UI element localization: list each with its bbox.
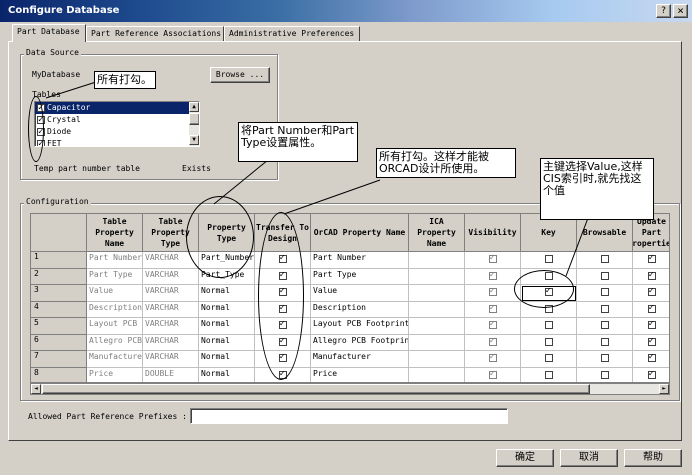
- property-type-annotation: 将Part Number和Part Type设置属性。: [238, 122, 358, 162]
- tab-part-database[interactable]: Part Database: [12, 24, 86, 42]
- transfer-annotation: 所有打勾。这样才能被ORCAD设计所使用。: [376, 148, 516, 178]
- tables-annotation: 所有打勾。: [94, 71, 156, 89]
- key-annotation: 主键选择Value,这样CIS索引时,就先找这个值: [540, 158, 654, 220]
